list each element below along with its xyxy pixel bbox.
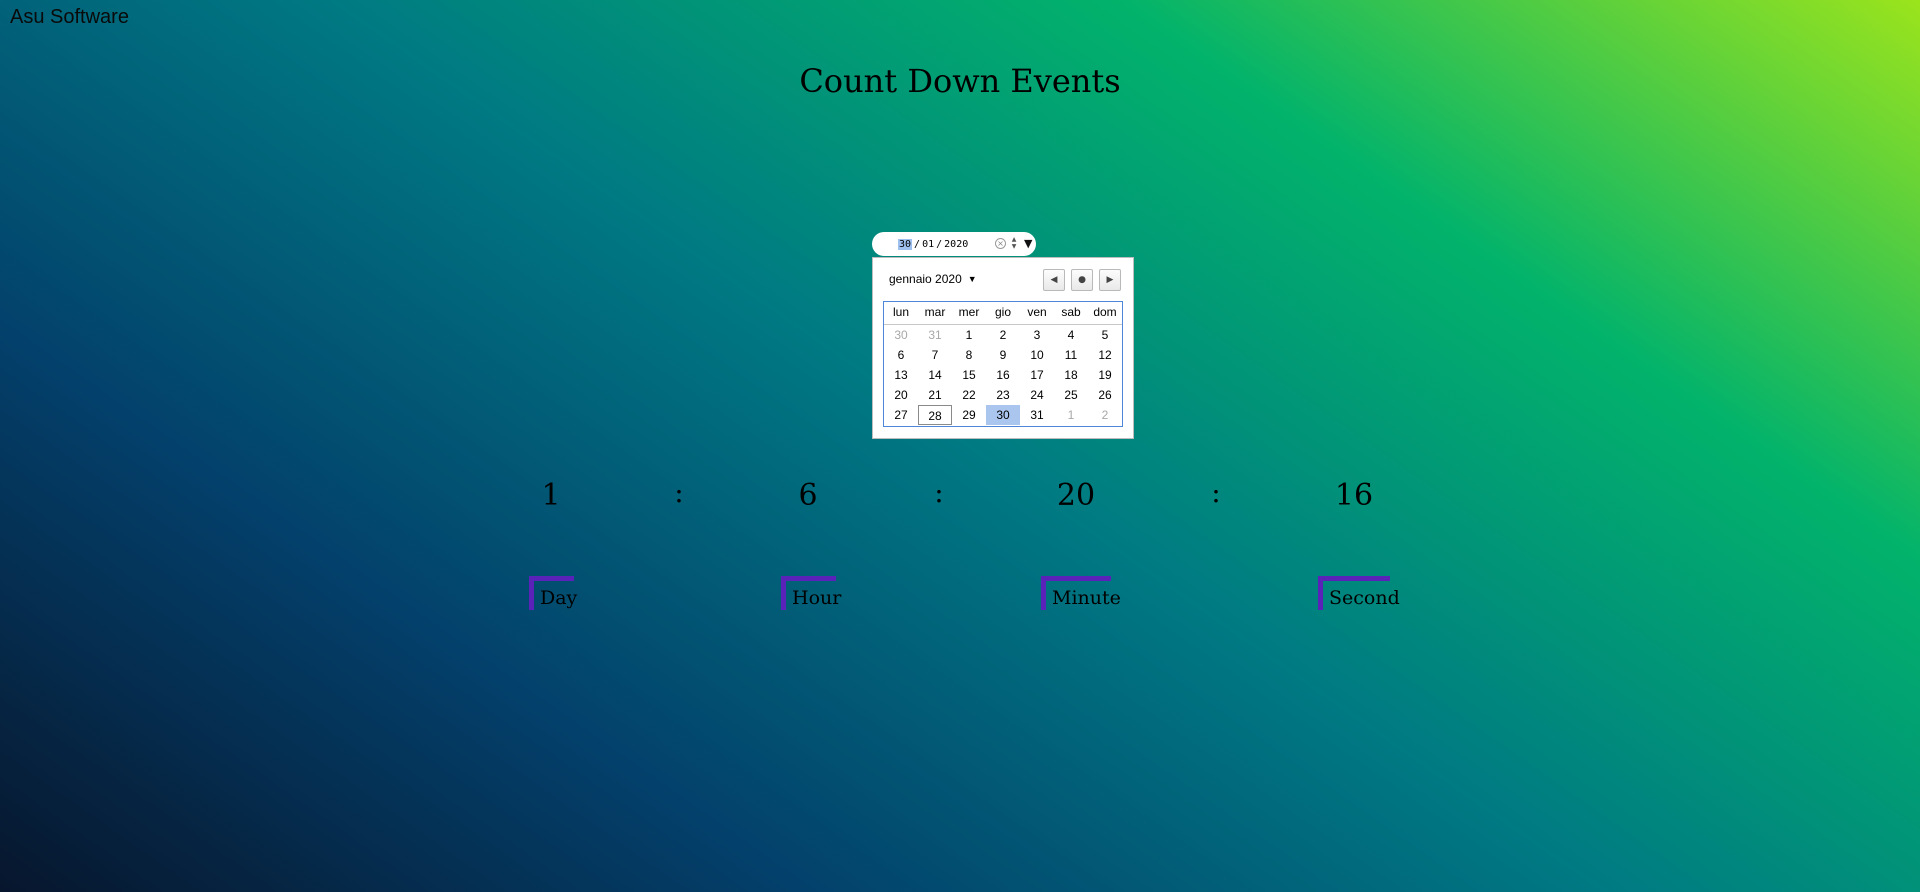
calendar-day[interactable]: 26 <box>1088 385 1122 405</box>
calendar-day[interactable]: 2 <box>986 325 1020 345</box>
clear-date-icon[interactable]: × <box>995 238 1006 249</box>
calendar-day[interactable]: 16 <box>986 365 1020 385</box>
calendar-day[interactable]: 18 <box>1054 365 1088 385</box>
time-separator: : <box>934 476 944 509</box>
calendar-day[interactable]: 30 <box>884 325 918 345</box>
weekday-header: gio <box>994 305 1011 319</box>
today-button[interactable]: ● <box>1071 269 1093 291</box>
calendar-day[interactable]: 22 <box>952 385 986 405</box>
weekday-header-row: lun mar mer gio ven sab dom <box>884 302 1122 325</box>
weekday-header: mar <box>924 305 946 319</box>
weekday-header: dom <box>1093 305 1117 319</box>
calendar-day[interactable]: 25 <box>1054 385 1088 405</box>
calendar-week-row: 20 21 22 23 24 25 26 <box>884 385 1122 405</box>
calendar-dropdown-icon[interactable]: ▼ <box>1024 237 1032 250</box>
day-label: Day <box>529 576 577 610</box>
page-title: Count Down Events <box>799 62 1121 100</box>
hours-value: 6 <box>798 478 818 513</box>
weekday-header: mer <box>958 305 980 319</box>
calendar-day[interactable]: 20 <box>884 385 918 405</box>
calendar-day[interactable]: 13 <box>884 365 918 385</box>
date-separator: / <box>936 238 943 250</box>
calendar-day[interactable]: 21 <box>918 385 952 405</box>
calendar-day[interactable]: 4 <box>1054 325 1088 345</box>
days-value: 1 <box>541 478 561 513</box>
month-selector[interactable]: gennaio 2020 ▼ <box>889 272 977 286</box>
date-day-segment[interactable]: 30 <box>898 238 913 250</box>
calendar-day[interactable]: 31 <box>918 325 952 345</box>
calendar-day[interactable]: 1 <box>952 325 986 345</box>
calendar-day[interactable]: 27 <box>884 405 918 425</box>
weekday-header: sab <box>1061 305 1081 319</box>
date-month-segment[interactable]: 01 <box>922 239 934 250</box>
calendar-day[interactable]: 10 <box>1020 345 1054 365</box>
chevron-down-icon: ▼ <box>967 274 977 284</box>
date-value[interactable]: 30 / 01 / 2020 <box>898 238 968 250</box>
calendar-day-today[interactable]: 28 <box>918 405 952 425</box>
next-month-button[interactable]: ▶ <box>1099 269 1121 291</box>
calendar-week-row: 13 14 15 16 17 18 19 <box>884 365 1122 385</box>
calendar-day[interactable]: 5 <box>1088 325 1122 345</box>
calendar-day[interactable]: 12 <box>1088 345 1122 365</box>
weekday-header: lun <box>892 305 909 319</box>
hour-label: Hour <box>781 576 841 610</box>
calendar-day-selected[interactable]: 30 <box>986 405 1020 425</box>
minute-label: Minute <box>1041 576 1121 610</box>
calendar-day[interactable]: 6 <box>884 345 918 365</box>
calendar-week-row: 27 28 29 30 31 1 2 <box>884 405 1122 425</box>
calendar-day[interactable]: 9 <box>986 345 1020 365</box>
brand-logo-text: Asu Software <box>10 6 129 28</box>
date-picker-popup: gennaio 2020 ▼ ◀ ● ▶ lun mar mer gio ven… <box>872 257 1134 439</box>
calendar-week-row: 6 7 8 9 10 11 12 <box>884 345 1122 365</box>
time-separator: : <box>1211 476 1221 509</box>
seconds-value: 16 <box>1334 478 1374 513</box>
calendar-day[interactable]: 3 <box>1020 325 1054 345</box>
month-label: gennaio 2020 <box>889 272 962 286</box>
second-label: Second <box>1318 576 1400 610</box>
calendar-day[interactable]: 8 <box>952 345 986 365</box>
calendar-day[interactable]: 1 <box>1054 405 1088 425</box>
calendar-day[interactable]: 2 <box>1088 405 1122 425</box>
weekday-header: ven <box>1027 305 1047 319</box>
date-year-segment[interactable]: 2020 <box>944 239 968 250</box>
calendar-day[interactable]: 24 <box>1020 385 1054 405</box>
calendar-week-row: 30 31 1 2 3 4 5 <box>884 325 1122 345</box>
calendar-day[interactable]: 17 <box>1020 365 1054 385</box>
time-separator: : <box>674 476 684 509</box>
date-input[interactable]: 30 / 01 / 2020 × ▲ ▼ ▼ <box>872 232 1036 256</box>
date-stepper-icon[interactable]: ▲ ▼ <box>1010 236 1018 252</box>
calendar-day[interactable]: 29 <box>952 405 986 425</box>
previous-month-button[interactable]: ◀ <box>1043 269 1065 291</box>
calendar-day[interactable]: 15 <box>952 365 986 385</box>
calendar-grid: lun mar mer gio ven sab dom 30 31 1 2 3 … <box>883 301 1123 427</box>
calendar-day[interactable]: 31 <box>1020 405 1054 425</box>
calendar-day[interactable]: 7 <box>918 345 952 365</box>
calendar-day[interactable]: 11 <box>1054 345 1088 365</box>
date-separator: / <box>914 238 921 250</box>
calendar-day[interactable]: 19 <box>1088 365 1122 385</box>
minutes-value: 20 <box>1056 478 1096 513</box>
calendar-day[interactable]: 23 <box>986 385 1020 405</box>
calendar-day[interactable]: 14 <box>918 365 952 385</box>
